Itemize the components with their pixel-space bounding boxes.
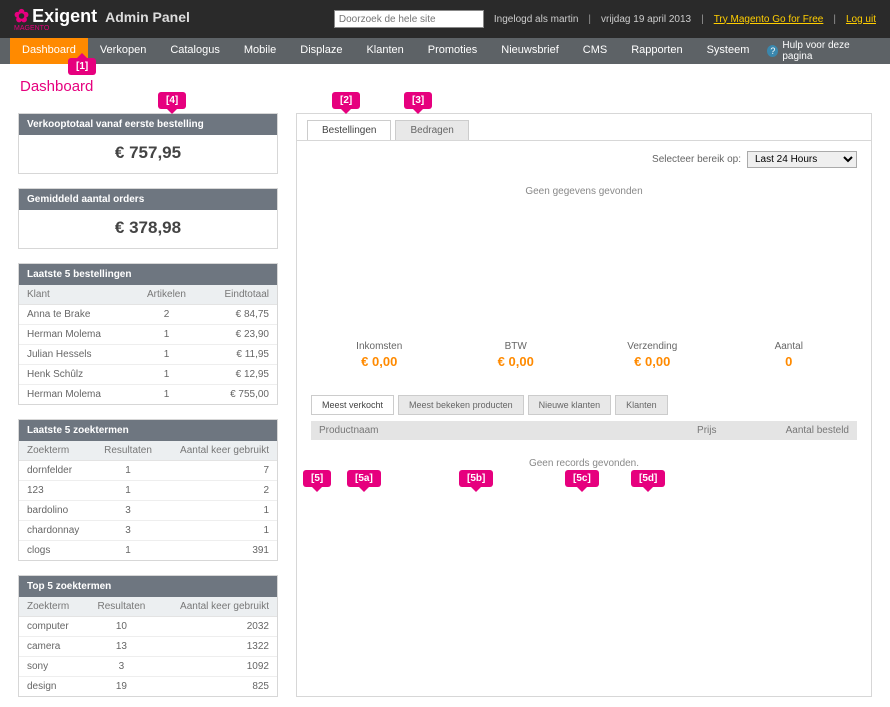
callout-5a: [5a]	[347, 470, 381, 487]
table-row: Herman Molema1€ 755,00	[19, 385, 277, 405]
panel-title: Admin Panel	[105, 9, 190, 25]
menu-rapporten[interactable]: Rapporten	[619, 38, 694, 64]
tab-klanten[interactable]: Klanten	[615, 395, 668, 415]
global-search-input[interactable]	[334, 10, 484, 28]
tab-meest-bekeken[interactable]: Meest bekeken producten	[398, 395, 524, 415]
header-date: vrijdag 19 april 2013	[601, 14, 691, 25]
logout-link[interactable]: Log uit	[846, 14, 876, 25]
col-left: Verkooptotaal vanaf eerste bestelling € …	[18, 113, 278, 697]
menu-systeem[interactable]: Systeem	[695, 38, 762, 64]
try-magento-link[interactable]: Try Magento Go for Free	[714, 14, 824, 25]
menu-klanten[interactable]: Klanten	[354, 38, 415, 64]
brand-logo: ✿Exigent MAGENTO	[14, 6, 97, 32]
table-row: camera131322	[19, 637, 277, 657]
page-help-link[interactable]: ? Hulp voor deze pagina	[761, 38, 880, 64]
box-total-sales: Verkooptotaal vanaf eerste bestelling € …	[18, 113, 278, 174]
logged-in-text: Ingelogd als martin	[494, 14, 579, 25]
chart-empty-message: Geen gegevens gevonden	[311, 172, 857, 337]
table-row: clogs1391	[19, 541, 277, 561]
help-icon: ?	[767, 45, 778, 57]
leaf-icon: ✿	[14, 6, 29, 27]
table-row: Julian Hessels1€ 11,95	[19, 345, 277, 365]
tab-bedragen[interactable]: Bedragen	[395, 120, 468, 140]
brand-name: Exigent	[32, 6, 97, 27]
table-row: sony31092	[19, 657, 277, 677]
tab-bestellingen[interactable]: Bestellingen	[307, 120, 391, 140]
callout-4: [4]	[158, 92, 186, 109]
menu-promoties[interactable]: Promoties	[416, 38, 490, 64]
logo-area: ✿Exigent MAGENTO Admin Panel	[14, 6, 190, 32]
metric-aantal: 0	[721, 354, 858, 369]
menu-verkopen[interactable]: Verkopen	[88, 38, 158, 64]
box-top-search: Top 5 zoektermen ZoektermResultatenAanta…	[18, 575, 278, 697]
menu-mobile[interactable]: Mobile	[232, 38, 288, 64]
metric-verzending: € 0,00	[584, 354, 721, 369]
menu-displaze[interactable]: Displaze	[288, 38, 354, 64]
page-title: Dashboard	[20, 78, 872, 95]
metrics-row: Inkomsten€ 0,00 BTW€ 0,00 Verzending€ 0,…	[297, 337, 871, 377]
total-sales-value: € 757,95	[19, 135, 277, 173]
tab-nieuwe-klanten[interactable]: Nieuwe klanten	[528, 395, 612, 415]
avg-orders-value: € 378,98	[19, 210, 277, 248]
product-grid-header: Productnaam Prijs Aantal besteld	[311, 421, 857, 440]
menu-catalogus[interactable]: Catalogus	[158, 38, 232, 64]
main-menu: Dashboard Verkopen Catalogus Mobile Disp…	[0, 38, 890, 64]
table-row: dornfelder17	[19, 461, 277, 481]
col-right: Bestellingen Bedragen Selecteer bereik o…	[296, 113, 872, 697]
table-row: design19825	[19, 677, 277, 697]
table-row: chardonnay31	[19, 521, 277, 541]
box-avg-orders: Gemiddeld aantal orders € 378,98	[18, 188, 278, 249]
callout-2: [2]	[332, 92, 360, 109]
menu-cms[interactable]: CMS	[571, 38, 619, 64]
callout-1: [1]	[68, 58, 96, 75]
callout-5: [5]	[303, 470, 331, 487]
box-last-orders: Laatste 5 bestellingen KlantArtikelenEin…	[18, 263, 278, 405]
callout-5d: [5d]	[631, 470, 665, 487]
callout-5c: [5c]	[565, 470, 599, 487]
table-row: bardolino31	[19, 501, 277, 521]
lower-tabs: Meest verkocht Meest bekeken producten N…	[297, 395, 871, 415]
chart-tabs: Bestellingen Bedragen	[297, 114, 871, 141]
table-row: 12312	[19, 481, 277, 501]
page-body: [1] Dashboard [4] [2] [3] Verkooptotaal …	[0, 64, 890, 707]
table-row: Anna te Brake2€ 84,75	[19, 305, 277, 325]
menu-nieuwsbrief[interactable]: Nieuwsbrief	[489, 38, 570, 64]
table-row: computer102032	[19, 617, 277, 637]
tab-meest-verkocht[interactable]: Meest verkocht	[311, 395, 394, 415]
topbar: ✿Exigent MAGENTO Admin Panel Ingelogd al…	[0, 0, 890, 38]
box-last-search: Laatste 5 zoektermen ZoektermResultatenA…	[18, 419, 278, 561]
callout-5b: [5b]	[459, 470, 493, 487]
metric-inkomsten: € 0,00	[311, 354, 448, 369]
range-select[interactable]: Last 24 Hours	[747, 151, 857, 168]
table-row: Henk Schûlz1€ 12,95	[19, 365, 277, 385]
callout-3: [3]	[404, 92, 432, 109]
table-row: Herman Molema1€ 23,90	[19, 325, 277, 345]
metric-btw: € 0,00	[448, 354, 585, 369]
chart-area: Selecteer bereik op: Last 24 Hours Geen …	[297, 141, 871, 337]
range-label: Selecteer bereik op:	[652, 154, 741, 165]
header-right: Ingelogd als martin | vrijdag 19 april 2…	[334, 10, 876, 28]
